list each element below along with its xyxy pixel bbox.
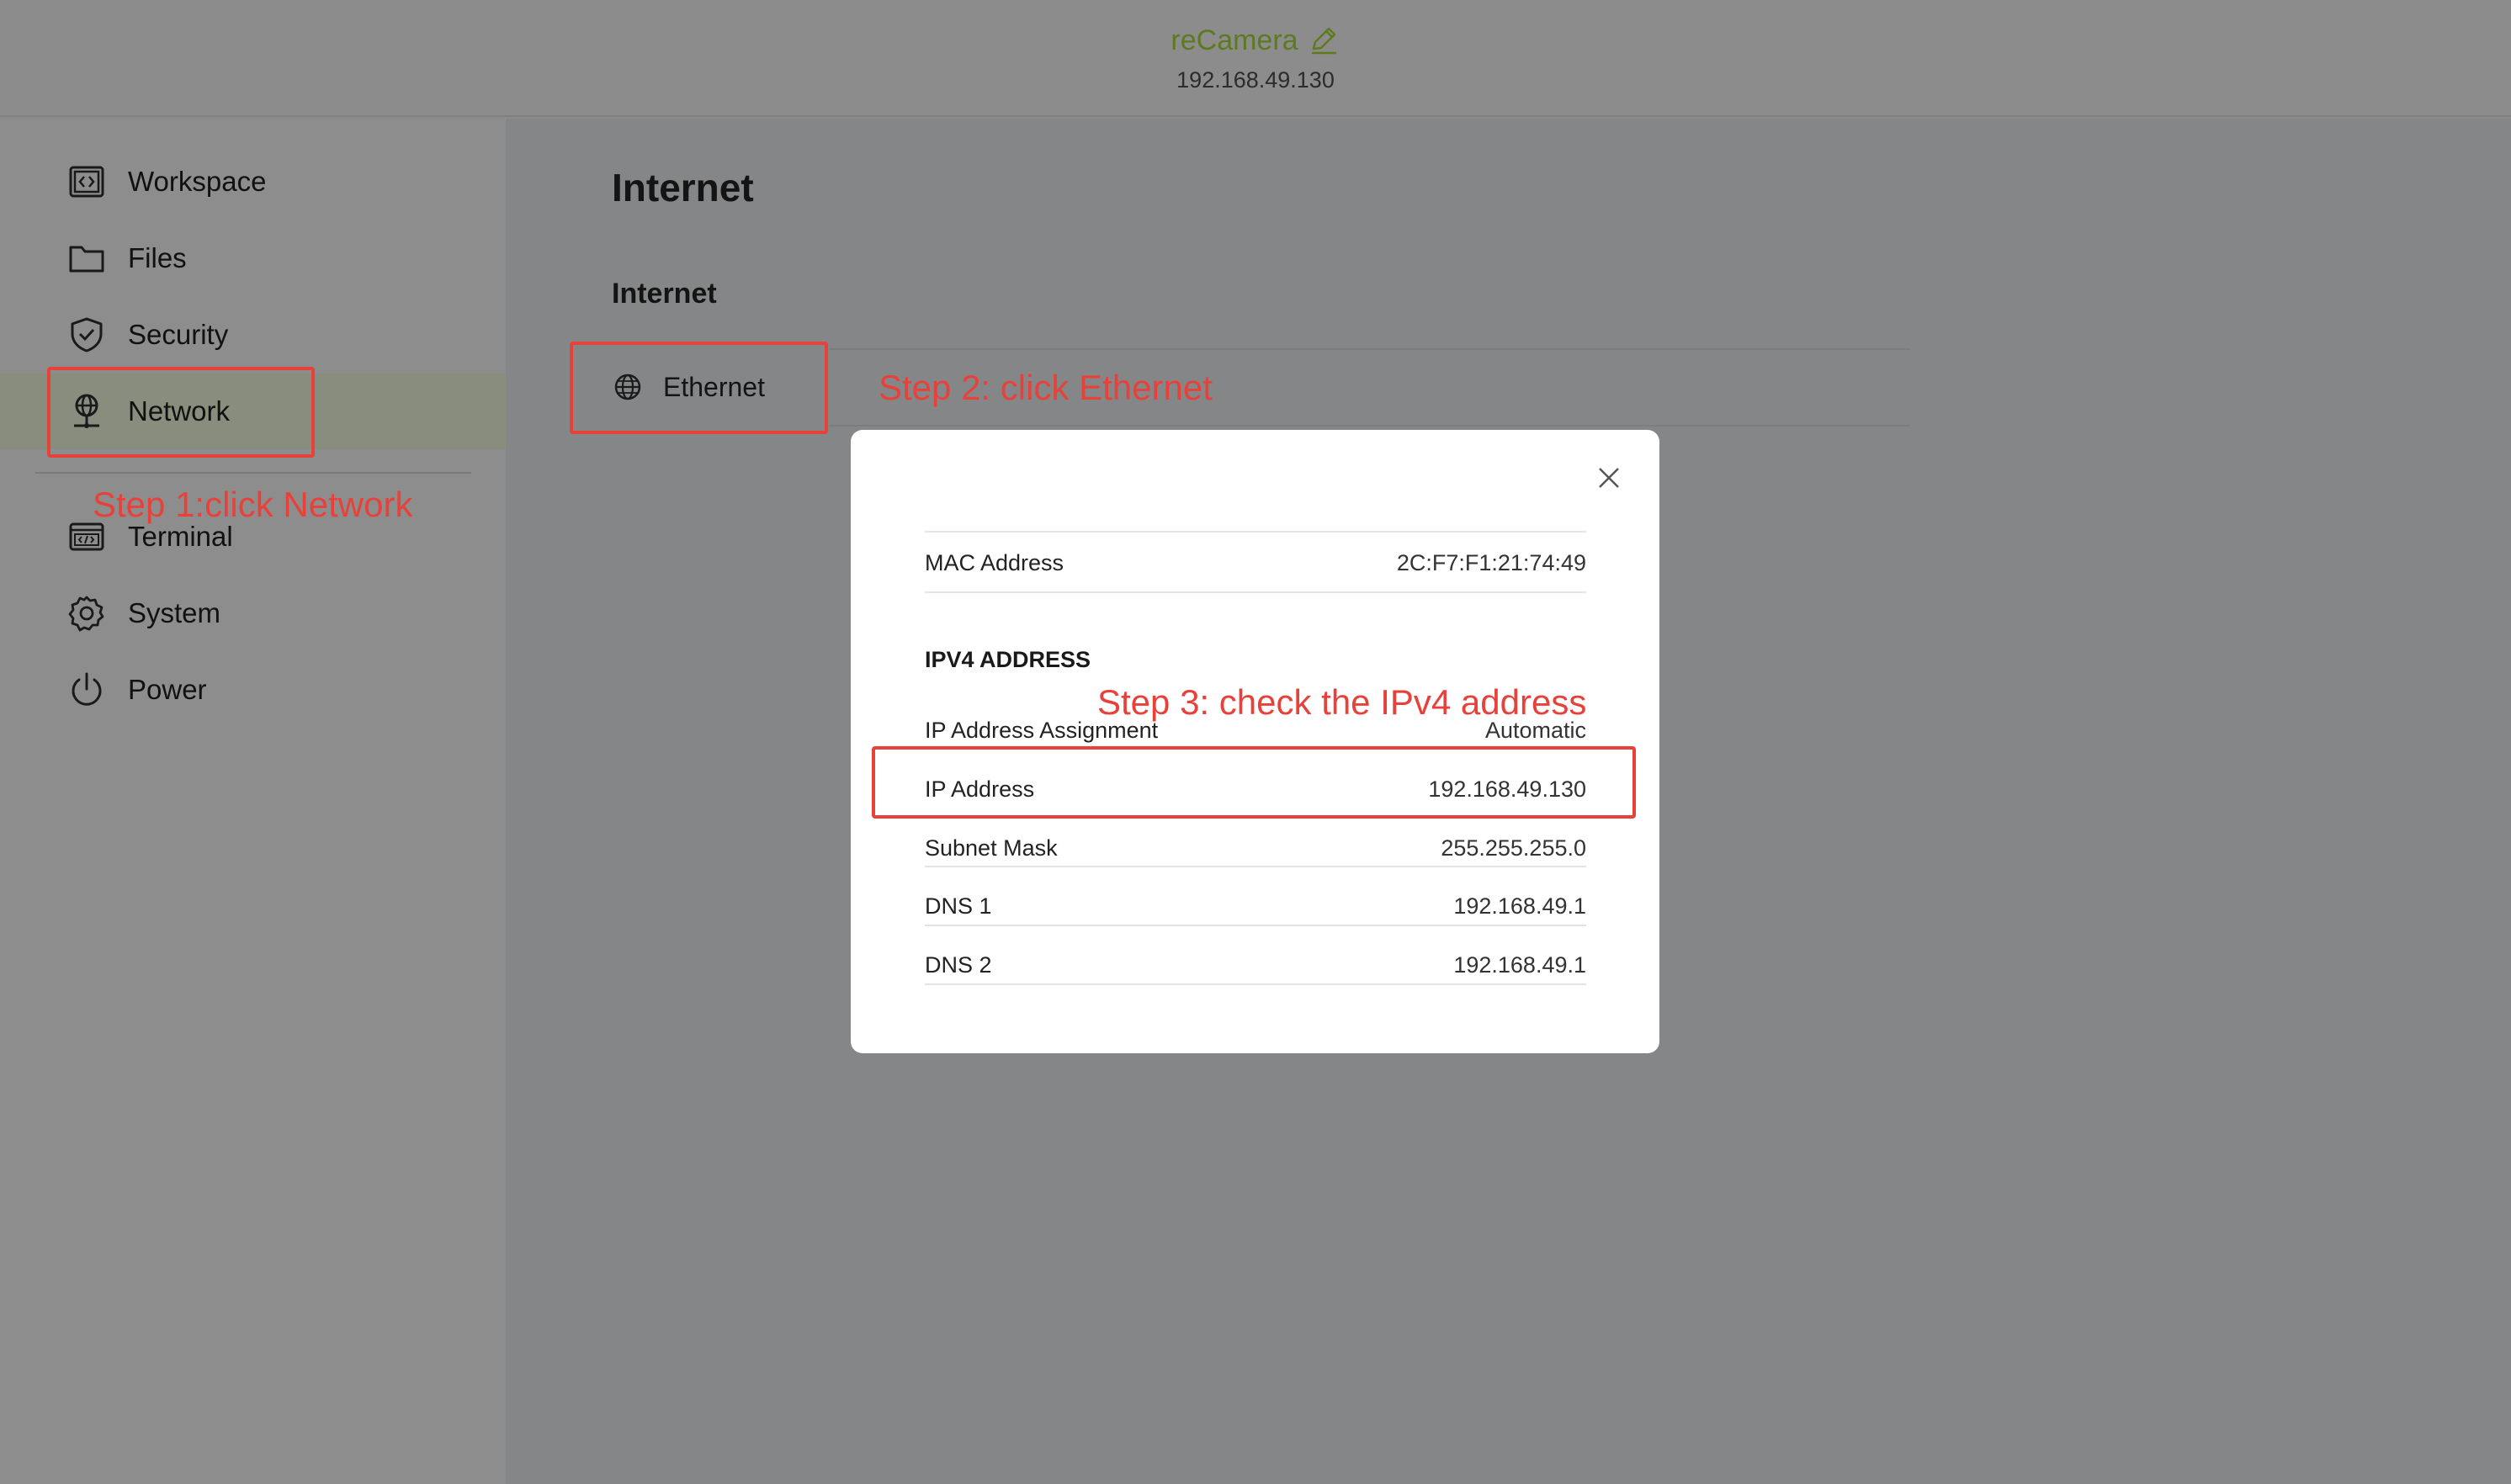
- row-label: MAC Address: [925, 549, 1064, 575]
- dns1-row: DNS 1 192.168.49.1: [925, 877, 1586, 935]
- sidebar-item-label: Workspace: [128, 166, 267, 197]
- sidebar-item-system[interactable]: System: [0, 575, 506, 651]
- device-ip: 192.168.49.130: [1176, 67, 1335, 93]
- step3-highlight-box: [872, 746, 1636, 819]
- sidebar-item-workspace[interactable]: Workspace: [0, 144, 506, 220]
- gear-icon: [67, 594, 106, 633]
- shield-icon: [67, 315, 106, 354]
- row-value: 192.168.49.1: [1453, 893, 1586, 919]
- subnet-mask-row: Subnet Mask 255.255.255.0: [925, 819, 1586, 877]
- ipv4-heading: IPV4 ADDRESS: [925, 647, 1091, 672]
- row-label: Subnet Mask: [925, 835, 1058, 861]
- row-value: 2C:F7:F1:21:74:49: [1396, 549, 1586, 575]
- mac-address-row: MAC Address 2C:F7:F1:21:74:49: [925, 533, 1586, 592]
- sidebar-item-label: Files: [128, 242, 187, 273]
- row-label: DNS 2: [925, 951, 992, 978]
- step3-annotation: Step 3: check the IPv4 address: [1097, 682, 1587, 722]
- row-divider: [925, 531, 1586, 533]
- sidebar-item-security[interactable]: Security: [0, 297, 506, 373]
- step2-annotation: Step 2: click Ethernet: [879, 368, 1213, 407]
- step2-highlight-box: [570, 342, 828, 434]
- dns2-row: DNS 2 192.168.49.1: [925, 935, 1586, 994]
- sidebar-item-files[interactable]: Files: [0, 220, 506, 296]
- step1-highlight-box: [47, 367, 315, 458]
- row-label: DNS 1: [925, 893, 992, 919]
- row-divider: [925, 866, 1586, 867]
- step1-annotation: Step 1:click Network: [93, 485, 413, 524]
- row-value: 255.255.255.0: [1441, 835, 1586, 861]
- list-divider-top: [829, 348, 1910, 350]
- row-value: 192.168.49.1: [1453, 951, 1586, 978]
- code-window-icon: [67, 162, 106, 201]
- page-title: Internet: [612, 166, 754, 209]
- row-divider: [925, 925, 1586, 926]
- edit-pencil-icon[interactable]: [1307, 24, 1340, 57]
- row-divider: [925, 983, 1586, 985]
- device-name: reCamera: [1171, 24, 1298, 56]
- close-icon[interactable]: [1595, 464, 1623, 492]
- sidebar-item-label: Terminal: [128, 521, 233, 552]
- sidebar-item-label: Power: [128, 674, 207, 705]
- folder-icon: [67, 239, 106, 278]
- sidebar: Workspace Files Security Network Termina…: [0, 119, 506, 1484]
- top-bar: reCamera 192.168.49.130: [0, 0, 2511, 117]
- list-divider-bottom: [829, 425, 1910, 427]
- row-divider: [925, 591, 1586, 593]
- sidebar-item-label: Security: [128, 319, 229, 350]
- sidebar-divider: [35, 472, 471, 474]
- ethernet-details-dialog: MAC Address 2C:F7:F1:21:74:49 IPV4 ADDRE…: [851, 430, 1659, 1053]
- power-icon: [67, 670, 106, 709]
- section-title: Internet: [612, 278, 717, 310]
- device-name-row: reCamera: [0, 19, 2511, 62]
- sidebar-item-power[interactable]: Power: [0, 652, 506, 728]
- sidebar-item-label: System: [128, 597, 221, 628]
